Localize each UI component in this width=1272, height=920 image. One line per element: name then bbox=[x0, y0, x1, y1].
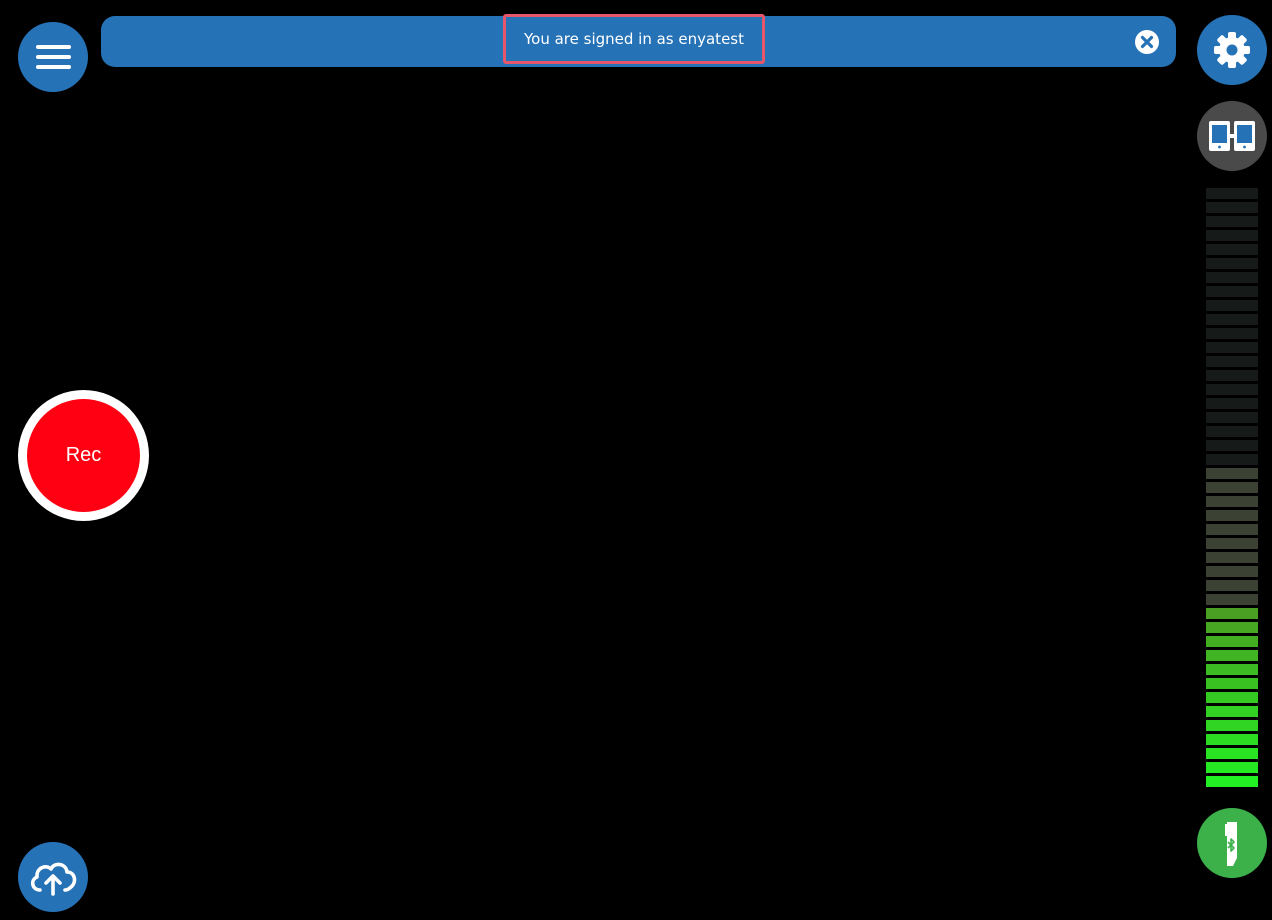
level-meter-segment bbox=[1206, 328, 1258, 339]
level-meter-segment bbox=[1206, 286, 1258, 297]
monitor-devices-button[interactable] bbox=[1197, 101, 1267, 171]
hamburger-menu-icon bbox=[18, 22, 88, 92]
record-button-fill: Rec bbox=[27, 399, 140, 512]
level-meter-segment bbox=[1206, 748, 1258, 759]
level-meter-segment bbox=[1206, 342, 1258, 353]
upload-button[interactable] bbox=[18, 842, 88, 912]
record-button[interactable]: Rec bbox=[18, 390, 149, 521]
bluetooth-device-button[interactable] bbox=[1197, 808, 1267, 878]
level-meter-segment bbox=[1206, 244, 1258, 255]
level-meter-segment bbox=[1206, 664, 1258, 675]
level-meter-segment bbox=[1206, 230, 1258, 241]
level-meter-segment bbox=[1206, 412, 1258, 423]
level-meter-segment bbox=[1206, 314, 1258, 325]
camera-screen: You are signed in as enyatest Rec bbox=[0, 0, 1272, 920]
level-meter-segment bbox=[1206, 468, 1258, 479]
level-meter-segment bbox=[1206, 510, 1258, 521]
bluetooth-device-icon bbox=[1197, 808, 1267, 878]
level-meter-segment bbox=[1206, 580, 1258, 591]
signed-in-banner: You are signed in as enyatest bbox=[101, 14, 1176, 67]
level-meter-segment bbox=[1206, 482, 1258, 493]
level-meter-segment bbox=[1206, 524, 1258, 535]
level-meter-segment bbox=[1206, 734, 1258, 745]
level-meter-segment bbox=[1206, 622, 1258, 633]
level-meter-segment bbox=[1206, 188, 1258, 199]
close-icon[interactable] bbox=[1134, 29, 1160, 55]
level-meter-segment bbox=[1206, 384, 1258, 395]
level-meter-segment bbox=[1206, 650, 1258, 661]
level-meter-segment bbox=[1206, 706, 1258, 717]
level-meter-segment bbox=[1206, 720, 1258, 731]
banner-message-box: You are signed in as enyatest bbox=[503, 14, 765, 64]
level-meter-segment bbox=[1206, 552, 1258, 563]
level-meter-segment bbox=[1206, 762, 1258, 773]
audio-level-meter bbox=[1206, 188, 1258, 790]
level-meter-segment bbox=[1206, 258, 1258, 269]
settings-button[interactable] bbox=[1197, 15, 1267, 85]
gear-icon bbox=[1197, 15, 1267, 85]
level-meter-segment bbox=[1206, 300, 1258, 311]
dual-device-icon bbox=[1197, 101, 1267, 171]
level-meter-segment bbox=[1206, 370, 1258, 381]
banner-message: You are signed in as enyatest bbox=[523, 30, 744, 48]
cloud-upload-icon bbox=[18, 842, 88, 912]
level-meter-segment bbox=[1206, 496, 1258, 507]
level-meter-segment bbox=[1206, 440, 1258, 451]
level-meter-segment bbox=[1206, 538, 1258, 549]
level-meter-segment bbox=[1206, 678, 1258, 689]
level-meter-segment bbox=[1206, 202, 1258, 213]
level-meter-segment bbox=[1206, 398, 1258, 409]
menu-button[interactable] bbox=[18, 22, 88, 92]
level-meter-segment bbox=[1206, 594, 1258, 605]
level-meter-segment bbox=[1206, 692, 1258, 703]
level-meter-segment bbox=[1206, 566, 1258, 577]
level-meter-segment bbox=[1206, 426, 1258, 437]
level-meter-segment bbox=[1206, 608, 1258, 619]
level-meter-segment bbox=[1206, 216, 1258, 227]
level-meter-segment bbox=[1206, 454, 1258, 465]
level-meter-segment bbox=[1206, 272, 1258, 283]
record-button-label: Rec bbox=[65, 444, 102, 466]
level-meter-segment bbox=[1206, 356, 1258, 367]
level-meter-segment bbox=[1206, 776, 1258, 787]
level-meter-segment bbox=[1206, 636, 1258, 647]
